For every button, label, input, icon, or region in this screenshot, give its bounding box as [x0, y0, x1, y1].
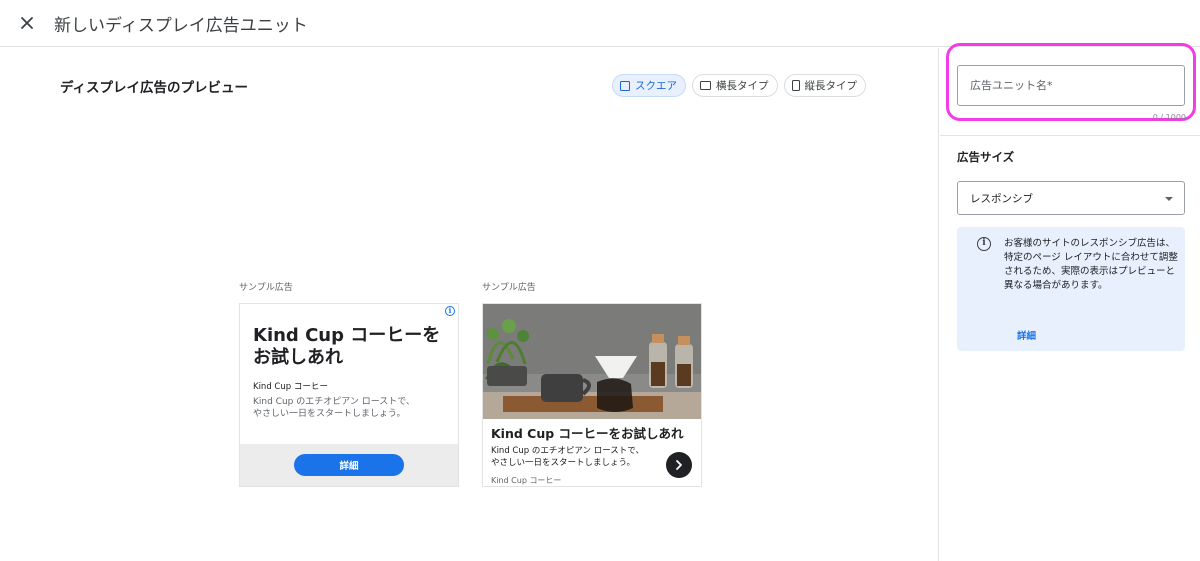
caret-down-icon [1165, 197, 1173, 201]
landscape-icon [700, 81, 711, 90]
ad-description: Kind Cup のエチオピアン ローストで、 やさしい一日をスタートしましょう… [253, 397, 415, 419]
portrait-icon [791, 80, 800, 91]
chip-label: 縦長タイプ [804, 80, 858, 92]
chevron-right-icon[interactable] [666, 452, 692, 478]
top-bar: 新しいディスプレイ広告ユニット [0, 0, 1200, 47]
format-chips: スクエア 横長タイプ 縦長タイプ [612, 74, 866, 97]
ad-sample-label: サンプル広告 [239, 283, 293, 293]
ad-description: Kind Cup のエチオピアン ローストで、 やさしい一日をスタートしましょう… [491, 446, 644, 468]
ad-size-select[interactable]: レスポンシブ [957, 181, 1185, 215]
ad-brand: Kind Cup コーヒー [253, 382, 328, 392]
chip-portrait[interactable]: 縦長タイプ [783, 74, 866, 97]
page-title: 新しいディスプレイ広告ユニット [54, 16, 308, 36]
divider [940, 135, 1200, 136]
ad-headline: Kind Cup コーヒーをお試しあれ [491, 426, 684, 441]
close-icon[interactable] [16, 12, 38, 34]
sample-ad-image: Kind Cup コーヒーをお試しあれ Kind Cup のエチオピアン ロース… [482, 303, 702, 487]
ad-footer: 詳細 [240, 444, 458, 486]
ad-brand: Kind Cup コーヒー [491, 476, 562, 485]
square-icon [620, 80, 630, 91]
ad-details-button[interactable]: 詳細 [294, 454, 404, 476]
ad-size-title: 広告サイズ [957, 150, 1015, 164]
char-counter: 0 / 1000 [1152, 113, 1186, 122]
chip-square[interactable]: スクエア [612, 74, 686, 97]
ad-headline: Kind Cup コーヒーを お試しあれ [253, 325, 441, 368]
ad-sample-label: サンプル広告 [482, 283, 536, 293]
sample-ad-text: i Kind Cup コーヒーを お試しあれ Kind Cup コーヒー Kin… [239, 303, 459, 487]
preview-title: ディスプレイ広告のプレビュー [60, 80, 249, 96]
info-box: i お客様のサイトのレスポンシブ広告は、特定のページ レイアウトに合わせて調整さ… [957, 227, 1185, 351]
coffee-image [483, 304, 701, 419]
info-text: お客様のサイトのレスポンシブ広告は、特定のページ レイアウトに合わせて調整される… [1004, 238, 1178, 291]
ad-size-value: レスポンシブ [970, 192, 1033, 205]
learn-more-link[interactable]: 詳細 [1017, 328, 1036, 342]
chip-label: スクエア [635, 80, 677, 92]
ad-info-icon[interactable]: i [445, 306, 455, 316]
info-icon: i [977, 237, 991, 251]
chip-label: 横長タイプ [716, 80, 769, 92]
ad-unit-name-input[interactable] [957, 65, 1185, 106]
chip-landscape[interactable]: 横長タイプ [692, 74, 778, 97]
settings-panel: 0 / 1000 広告サイズ レスポンシブ i お客様のサイトのレスポンシブ広告… [940, 43, 1200, 561]
preview-area: ディスプレイ広告のプレビュー スクエア 横長タイプ 縦長タイプ サンプル広告 i… [0, 48, 939, 561]
